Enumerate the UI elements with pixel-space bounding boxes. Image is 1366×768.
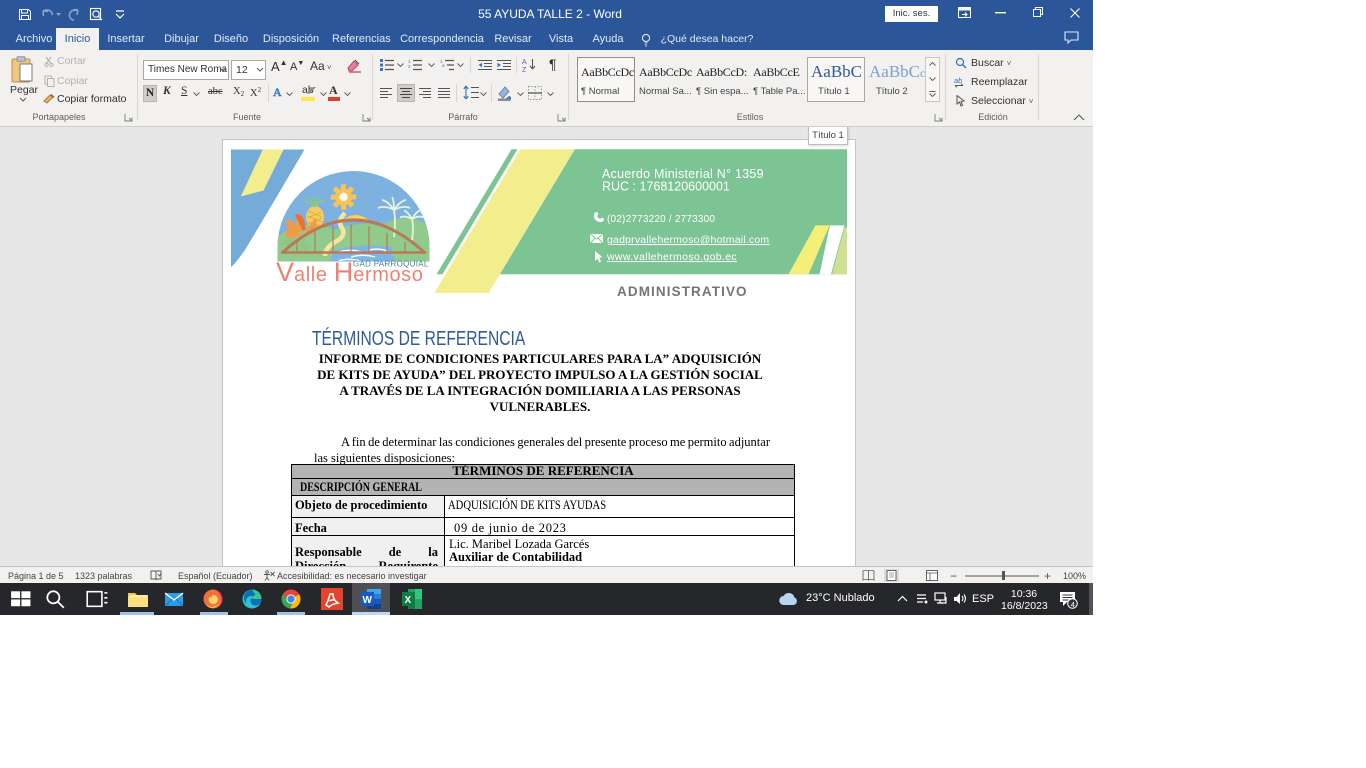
svg-text:W: W [363,595,373,606]
svg-text:RUC : 1768120600001: RUC : 1768120600001 [602,180,730,194]
svg-text:A: A [522,59,527,66]
svg-text:gadprvallehermoso@hotmail.com: gadprvallehermoso@hotmail.com [607,234,769,246]
svg-text:Z: Z [522,67,527,72]
svg-text:www.vallehermoso.gob.ec: www.vallehermoso.gob.ec [606,251,737,263]
svg-text:2: 2 [408,64,411,69]
svg-text:(02)2773220 / 2773300: (02)2773220 / 2773300 [607,214,715,225]
svg-text:4: 4 [1071,600,1075,609]
svg-text:a: a [442,63,445,68]
svg-text:X: X [405,595,412,606]
